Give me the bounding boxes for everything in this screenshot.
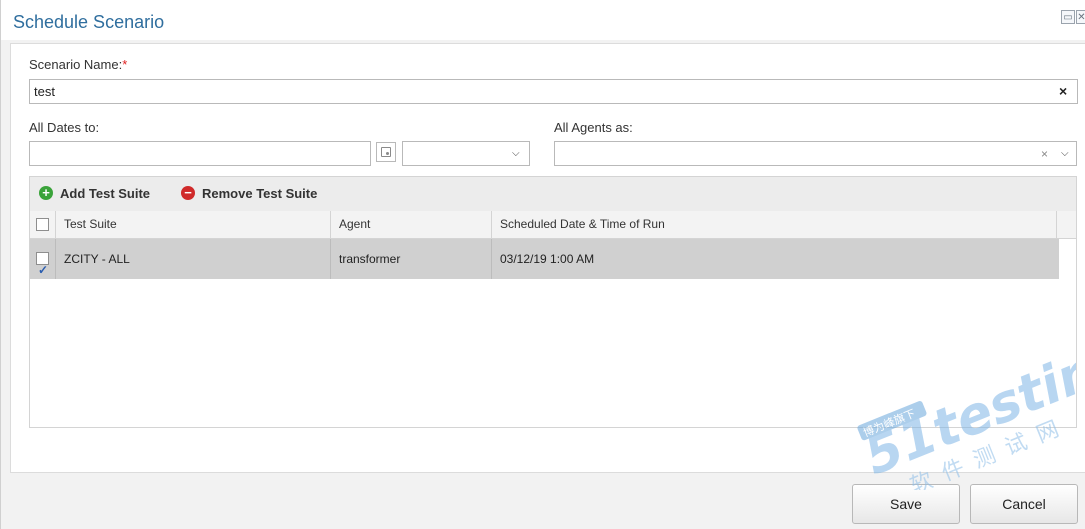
add-test-suite-button[interactable]: Add Test Suite <box>60 186 150 201</box>
clear-name-icon[interactable]: × <box>1059 83 1067 99</box>
remove-icon[interactable]: − <box>181 186 195 200</box>
scenario-name-input[interactable]: test <box>29 79 1078 104</box>
dialog-title: Schedule Scenario <box>13 12 165 32</box>
table-row[interactable]: ✓ ZCITY - ALL transformer 03/12/19 1:00 … <box>30 239 1059 279</box>
maximize-icon[interactable]: ▭ <box>1061 10 1075 24</box>
calendar-icon[interactable] <box>376 142 396 162</box>
grid-header: Test Suite Agent Scheduled Date & Time o… <box>30 211 1076 239</box>
cancel-button[interactable]: Cancel <box>970 484 1078 524</box>
remove-test-suite-button[interactable]: Remove Test Suite <box>202 186 317 201</box>
schedule-scenario-dialog: Schedule Scenario ▭ ✕ Scenario Name:* te… <box>0 0 1085 529</box>
all-dates-label: All Dates to: <box>29 120 100 135</box>
time-select[interactable] <box>402 141 530 166</box>
test-suite-grid: + Add Test Suite − Remove Test Suite Tes… <box>29 176 1077 428</box>
scenario-name-label: Scenario Name:* <box>29 57 128 72</box>
select-all-cell <box>30 211 56 238</box>
row-checkbox[interactable]: ✓ <box>36 252 49 277</box>
close-icon[interactable]: ✕ <box>1076 10 1085 24</box>
clear-agents-icon[interactable]: × <box>1041 147 1048 161</box>
add-icon[interactable]: + <box>39 186 53 200</box>
all-dates-input[interactable] <box>29 141 371 166</box>
checkbox-checked-icon: ✓ <box>38 263 49 277</box>
row-select-cell: ✓ <box>30 239 56 279</box>
dialog-titlebar: Schedule Scenario ▭ ✕ <box>1 0 1085 40</box>
select-all-checkbox[interactable] <box>36 218 49 231</box>
all-agents-label: All Agents as: <box>554 120 633 135</box>
column-header-test-suite[interactable]: Test Suite <box>56 211 331 238</box>
save-button[interactable]: Save <box>852 484 960 524</box>
all-agents-select[interactable] <box>554 141 1077 166</box>
chevron-down-icon[interactable]: ⌵ <box>512 148 520 159</box>
column-header-scheduled[interactable]: Scheduled Date & Time of Run <box>492 211 1057 238</box>
column-header-agent[interactable]: Agent <box>331 211 492 238</box>
chevron-down-icon[interactable]: ⌵ <box>1061 148 1069 159</box>
required-indicator: * <box>122 57 128 72</box>
cell-scheduled: 03/12/19 1:00 AM <box>500 252 595 266</box>
grid-toolbar: + Add Test Suite − Remove Test Suite <box>30 177 1076 212</box>
cell-agent: transformer <box>331 239 492 279</box>
cell-test-suite: ZCITY - ALL <box>56 239 331 279</box>
